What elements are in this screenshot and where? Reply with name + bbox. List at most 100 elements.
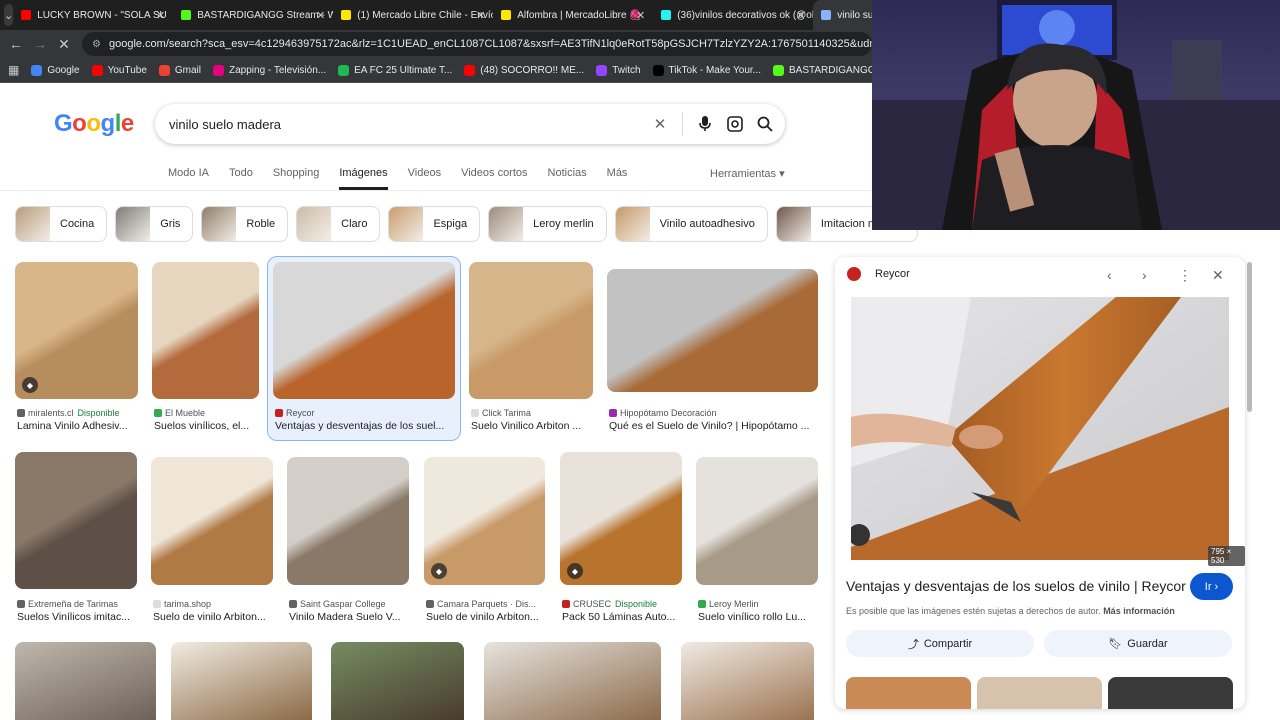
tab-close-icon[interactable]: ✕ <box>796 9 805 22</box>
result-title[interactable]: Suelo vinílico rollo Lu... <box>698 611 806 623</box>
lens-icon[interactable] <box>727 116 743 132</box>
result-title[interactable]: Suelo Vinilico Arbiton ... <box>471 420 581 432</box>
share-button[interactable]: ⤴ Compartir <box>846 630 1034 657</box>
visit-button[interactable]: Ir › <box>1190 573 1233 600</box>
refinement-chip[interactable]: Roble <box>201 206 289 242</box>
browser-tab[interactable]: vinilo su <box>813 0 872 30</box>
result-thumbnail[interactable] <box>171 642 312 720</box>
search-input[interactable]: vinilo suelo madera <box>169 117 281 132</box>
result-thumbnail[interactable] <box>484 642 661 720</box>
browser-tab[interactable]: Alfombra | MercadoLibre 🧶 ✕ <box>493 0 653 30</box>
result-source[interactable]: Saint Gaspar College <box>289 599 386 609</box>
forward-icon[interactable]: → <box>28 36 52 52</box>
result-source[interactable]: CRUSEC Disponible <box>562 599 657 609</box>
search-tab[interactable]: Noticias <box>548 167 587 190</box>
search-tab[interactable]: Modo IA <box>168 167 209 190</box>
result-thumbnail[interactable] <box>273 262 455 399</box>
result-title[interactable]: Vinilo Madera Suelo V... <box>289 611 401 623</box>
result-thumbnail[interactable] <box>152 262 259 399</box>
bookmark-item[interactable]: BASTARDIGANGG |... <box>773 64 872 76</box>
result-source[interactable]: Reycor <box>275 408 315 418</box>
result-thumbnail[interactable] <box>696 457 818 585</box>
more-info-link[interactable]: Más información <box>1103 606 1175 616</box>
browser-tab[interactable]: (1) Mercado Libre Chile - Envío ✕ <box>333 0 493 30</box>
search-tab[interactable]: Imágenes <box>339 167 388 190</box>
result-thumbnail[interactable] <box>15 642 156 720</box>
address-bar[interactable]: ⚙ google.com/search?sca_esv=4c1294639751… <box>82 32 872 56</box>
tab-search-button[interactable]: ⌄ <box>4 4 14 26</box>
back-icon[interactable]: ← <box>4 36 28 52</box>
bookmark-item[interactable]: (48) SOCORRO!! ME... <box>464 64 584 76</box>
save-button[interactable]: 🔖︎ Guardar <box>1044 630 1232 657</box>
browser-tab[interactable]: BASTARDIGANGG Stream - Wa ✕ <box>173 0 333 30</box>
result-title[interactable]: Qué es el Suelo de Vinilo? | Hipopótamo … <box>609 420 809 432</box>
refinement-chip[interactable]: Claro <box>296 206 381 242</box>
result-thumbnail[interactable] <box>331 642 464 720</box>
bookmark-item[interactable]: Gmail <box>158 64 201 76</box>
result-title[interactable]: Lamina Vinilo Adhesiv... <box>17 420 128 432</box>
browser-tab[interactable]: (36)vinilos decorativos ok (@ol ✕ <box>653 0 813 30</box>
result-source[interactable]: Hipopótamo Decoración <box>609 408 717 418</box>
result-title[interactable]: Suelo de vinilo Arbiton... <box>153 611 266 623</box>
more-tab[interactable]: Más <box>607 167 628 190</box>
more-options-icon[interactable]: ⋮ <box>1178 267 1192 284</box>
result-thumbnail[interactable] <box>151 457 273 585</box>
preview-image[interactable] <box>851 297 1229 560</box>
related-image[interactable] <box>846 677 971 709</box>
panel-title[interactable]: Ventajas y desventajas de los suelos de … <box>846 578 1186 594</box>
result-title[interactable]: Pack 50 Láminas Auto... <box>562 611 675 623</box>
tab-close-icon[interactable]: ✕ <box>476 9 485 22</box>
bookmark-item[interactable]: EA FC 25 Ultimate T... <box>338 64 452 76</box>
result-title[interactable]: Suelos Vinílicos imitac... <box>17 611 130 623</box>
tab-close-icon[interactable]: ✕ <box>636 9 645 22</box>
stop-icon[interactable]: ✕ <box>52 36 76 53</box>
result-title[interactable]: Ventajas y desventajas de los suel... <box>275 420 444 432</box>
result-thumbnail[interactable] <box>681 642 814 720</box>
panel-scrollbar[interactable] <box>1247 262 1252 412</box>
refinement-chip[interactable]: Vinilo autoadhesivo <box>614 206 768 242</box>
result-source[interactable]: Camara Parquets · Dis... <box>426 599 536 609</box>
refinement-chip[interactable]: Leroy merlin <box>488 206 607 242</box>
search-tab[interactable]: Videos cortos <box>461 167 527 190</box>
site-info-icon[interactable]: ⚙ <box>92 39 101 50</box>
result-source[interactable]: tarima.shop <box>153 599 211 609</box>
tools-button[interactable]: Herramientas ▾ <box>710 167 785 180</box>
bookmark-item[interactable]: Google <box>31 64 80 76</box>
microphone-icon[interactable] <box>697 116 713 132</box>
next-icon[interactable]: › <box>1142 267 1147 283</box>
related-image[interactable] <box>1108 677 1233 709</box>
close-icon[interactable]: ✕ <box>1212 267 1224 284</box>
result-title[interactable]: Suelos vinílicos, el... <box>154 420 249 432</box>
browser-tab[interactable]: LUCKY BROWN - "SOLA SU ✕ <box>13 0 173 30</box>
search-icon[interactable] <box>757 116 773 132</box>
search-tab[interactable]: Shopping <box>273 167 320 190</box>
bookmark-item[interactable]: YouTube <box>91 64 147 76</box>
result-thumbnail[interactable] <box>287 457 409 585</box>
apps-icon[interactable]: ▦ <box>8 63 19 77</box>
search-tab[interactable]: Todo <box>229 167 253 190</box>
clear-icon[interactable]: ✕ <box>652 116 668 133</box>
result-source[interactable]: El Mueble <box>154 408 205 418</box>
bookmark-item[interactable]: TikTok - Make Your... <box>652 64 761 76</box>
google-logo[interactable]: Google <box>54 110 134 138</box>
related-image[interactable] <box>977 677 1102 709</box>
bookmark-item[interactable]: Zapping - Televisión... <box>213 64 326 76</box>
refinement-chip[interactable]: Cocina <box>15 206 108 242</box>
tab-close-icon[interactable]: ✕ <box>316 9 325 22</box>
panel-source[interactable]: Reycor <box>875 268 910 280</box>
result-source[interactable]: Leroy Merlin <box>698 599 759 609</box>
refinement-chip[interactable]: Gris <box>115 206 194 242</box>
result-thumbnail[interactable] <box>15 452 137 589</box>
result-thumbnail[interactable] <box>607 269 818 392</box>
result-title[interactable]: Suelo de vinilo Arbiton... <box>426 611 539 623</box>
bookmark-item[interactable]: Twitch <box>596 64 641 76</box>
refinement-chip[interactable]: Espiga <box>388 206 481 242</box>
previous-icon[interactable]: ‹ <box>1107 267 1112 283</box>
tab-close-icon[interactable]: ✕ <box>156 9 165 22</box>
result-source[interactable]: Click Tarima <box>471 408 531 418</box>
search-tab[interactable]: Videos <box>408 167 441 190</box>
result-thumbnail[interactable] <box>469 262 593 399</box>
search-box[interactable]: vinilo suelo madera ✕ <box>155 104 785 144</box>
result-source[interactable]: Extremeña de Tarimas <box>17 599 118 609</box>
result-source[interactable]: miralents.cl Disponible <box>17 408 120 418</box>
